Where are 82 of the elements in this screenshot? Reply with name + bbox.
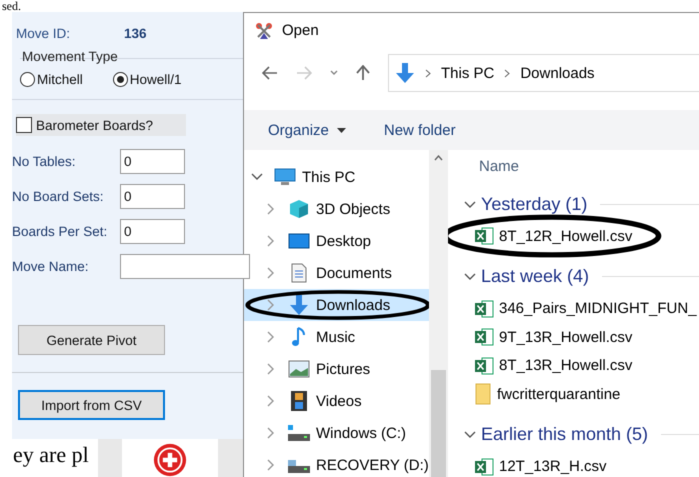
spreadsheet-icon xyxy=(474,356,494,375)
chevron-right-icon xyxy=(504,68,510,78)
chevron-right-icon[interactable] xyxy=(267,427,275,439)
chevron-right-icon[interactable] xyxy=(267,363,275,375)
column-header[interactable]: Name xyxy=(474,158,699,178)
computer-icon xyxy=(274,168,296,186)
chevron-down-icon[interactable] xyxy=(330,70,338,76)
field-label: No Tables: xyxy=(12,154,77,169)
radio-option[interactable]: Howell/1 xyxy=(112,72,182,86)
address-bar[interactable]: This PC Downloads xyxy=(388,54,699,92)
nav-item[interactable]: Pictures xyxy=(244,353,429,385)
download-arrow-icon xyxy=(289,294,309,316)
group-title: Movement Type xyxy=(22,49,119,66)
input-field[interactable] xyxy=(120,254,250,279)
app-icon xyxy=(254,20,274,40)
field-label: Move Name: xyxy=(12,259,90,274)
input-field[interactable]: 0 xyxy=(120,219,185,244)
barometer-checkbox[interactable]: Barometer Boards? xyxy=(16,114,186,136)
chevron-right-icon[interactable] xyxy=(267,459,275,471)
chevron-right-icon[interactable] xyxy=(267,299,275,311)
chevron-right-icon[interactable] xyxy=(267,235,275,247)
group-header[interactable]: Last week (4) xyxy=(481,266,590,287)
scroll-up-icon[interactable] xyxy=(434,155,443,161)
file-item[interactable]: 9T_13R_Howell.csv xyxy=(474,323,699,352)
file-item[interactable]: fwcritterquarantine xyxy=(474,380,699,408)
chevron-right-icon[interactable] xyxy=(267,267,275,279)
group-header[interactable]: Earlier this month (5) xyxy=(481,424,648,445)
spreadsheet-icon xyxy=(474,300,494,318)
page-text: ey are pl xyxy=(13,442,89,467)
page-text: sed. xyxy=(2,0,21,12)
drive-icon xyxy=(287,424,311,442)
move-id-value: 136 xyxy=(124,26,147,40)
back-arrow-icon[interactable] xyxy=(262,66,278,80)
spreadsheet-icon xyxy=(474,328,494,346)
nav-item[interactable]: Videos xyxy=(244,385,429,417)
scrollbar-thumb[interactable] xyxy=(431,370,446,477)
nav-item[interactable]: This PC xyxy=(244,161,429,193)
music-note-icon xyxy=(291,326,307,348)
document-icon xyxy=(290,263,308,283)
breadcrumb-item[interactable]: Downloads xyxy=(520,64,595,82)
chevron-right-icon[interactable] xyxy=(267,331,275,343)
chevron-right-icon[interactable] xyxy=(267,203,275,215)
nav-item[interactable]: Documents xyxy=(244,257,429,289)
chevron-down-icon[interactable] xyxy=(251,173,263,181)
nav-item[interactable]: 3D Objects xyxy=(244,193,429,225)
input-field[interactable]: 0 xyxy=(120,149,185,174)
group-header[interactable]: Yesterday (1) xyxy=(481,194,588,214)
cube-icon xyxy=(289,199,309,219)
file-item[interactable]: 346_Pairs_MIDNIGHT_FUN_ xyxy=(474,294,699,323)
action-button[interactable]: Import from CSV xyxy=(18,390,165,420)
folder-icon xyxy=(474,383,492,406)
chevron-down-icon[interactable] xyxy=(464,431,476,439)
up-arrow-icon[interactable] xyxy=(356,65,370,81)
new-folder-button[interactable]: New folder xyxy=(384,122,456,138)
spreadsheet-icon xyxy=(474,227,494,246)
field-label: No Board Sets: xyxy=(12,189,105,204)
chevron-right-icon[interactable] xyxy=(267,395,275,407)
nav-item[interactable]: RECOVERY (D:) xyxy=(244,449,429,477)
radio-option[interactable]: Mitchell xyxy=(20,72,83,86)
landscape-icon xyxy=(288,360,310,378)
file-item[interactable]: 8T_13R_Howell.csv xyxy=(474,352,699,380)
file-item[interactable]: 12T_13R_H.csv xyxy=(474,452,699,477)
input-field[interactable]: 0 xyxy=(120,184,185,209)
chevron-down-icon[interactable] xyxy=(464,200,476,208)
forward-arrow-icon[interactable] xyxy=(296,66,312,80)
caret-icon xyxy=(336,128,346,132)
nav-item[interactable]: Downloads xyxy=(244,289,429,321)
film-icon xyxy=(290,390,308,412)
nav-item[interactable]: Windows (C:) xyxy=(244,417,429,449)
breadcrumb-item[interactable]: This PC xyxy=(441,64,494,82)
chevron-right-icon xyxy=(425,68,431,78)
nav-item[interactable]: Music xyxy=(244,321,429,353)
window-title: Open xyxy=(282,22,319,39)
chevron-down-icon[interactable] xyxy=(464,273,476,281)
download-arrow-icon xyxy=(395,62,415,84)
organize-button[interactable]: Organize xyxy=(268,122,346,138)
field-label: Move ID: xyxy=(16,26,72,40)
action-button[interactable]: Generate Pivot xyxy=(18,325,165,355)
field-label: Boards Per Set: xyxy=(12,224,108,239)
monitor-icon xyxy=(288,233,310,249)
nav-item[interactable]: Desktop xyxy=(244,225,429,257)
file-item[interactable]: 8T_12R_Howell.csv xyxy=(474,222,699,250)
